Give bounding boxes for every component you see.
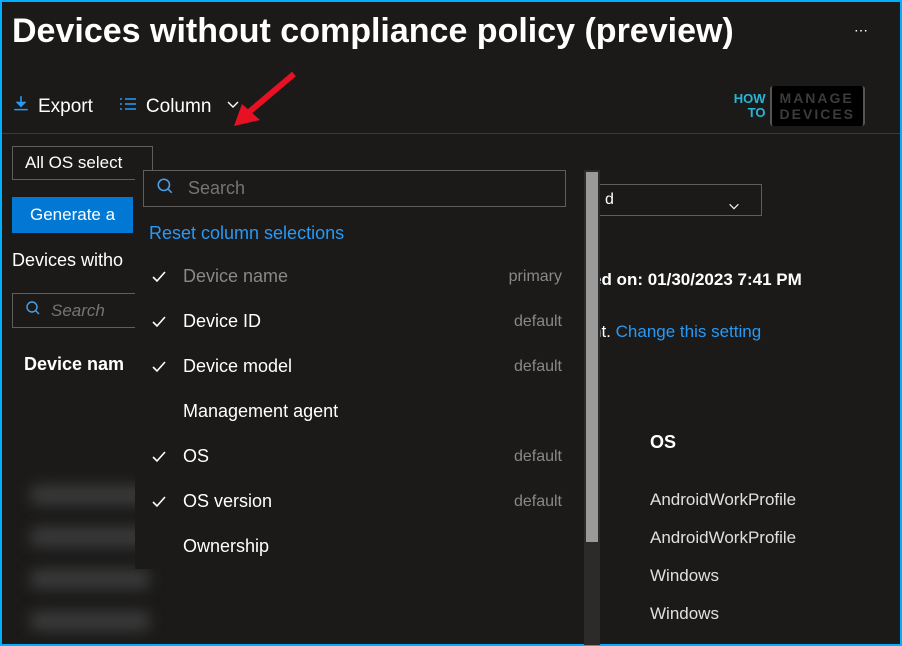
os-filter-value: All OS select <box>25 153 122 172</box>
column-search-input[interactable] <box>188 178 553 199</box>
column-label: Column <box>146 96 211 118</box>
change-setting-link[interactable]: Change this setting <box>616 322 762 341</box>
column-option[interactable]: Management agent <box>135 389 584 434</box>
column-option-label: OS <box>183 446 500 467</box>
right-dropdown-value: d <box>605 191 614 208</box>
column-option-tag: default <box>514 448 570 466</box>
column-option[interactable]: OS default <box>135 434 584 479</box>
check-icon <box>149 449 169 465</box>
column-option-label: Device ID <box>183 311 500 332</box>
check-icon <box>149 269 169 285</box>
table-row <box>30 485 150 505</box>
check-icon <box>149 314 169 330</box>
os-column: OS AndroidWorkProfile AndroidWorkProfile… <box>650 432 830 633</box>
generate-button[interactable]: Generate a <box>12 197 133 233</box>
table-row <box>30 611 150 631</box>
chevron-down-icon <box>225 96 241 118</box>
search-icon <box>25 300 41 321</box>
column-option[interactable]: OS version default <box>135 479 584 524</box>
column-option-tag: default <box>514 358 570 376</box>
list-icon <box>118 95 138 119</box>
table-row: Windows <box>650 595 830 633</box>
reset-columns-link[interactable]: Reset column selections <box>135 207 584 254</box>
generate-label: Generate a <box>30 205 115 224</box>
column-option-label: Ownership <box>183 536 548 557</box>
right-dropdown[interactable]: d <box>592 184 762 216</box>
chevron-down-icon <box>727 199 741 218</box>
table-row: AndroidWorkProfile <box>650 519 830 557</box>
table-row <box>30 527 150 547</box>
column-search[interactable] <box>143 170 566 207</box>
right-panel: d ed on: 01/30/2023 7:41 PM nt. Change t… <box>592 184 870 342</box>
dropdown-scrollbar[interactable] <box>584 170 600 645</box>
more-icon[interactable]: ⋯ <box>854 22 870 39</box>
column-option[interactable]: Device name primary <box>135 254 584 299</box>
col-device-name[interactable]: Device nam <box>24 354 124 374</box>
column-option-tag: default <box>514 313 570 331</box>
column-option-tag: primary <box>509 268 570 286</box>
export-label: Export <box>38 96 93 118</box>
scrollbar-thumb[interactable] <box>586 172 598 542</box>
column-option-label: Management agent <box>183 401 548 422</box>
check-icon <box>149 494 169 510</box>
table-row: Windows <box>650 557 830 595</box>
column-option-label: Device name <box>183 266 495 287</box>
page-title: Devices without compliance policy (previ… <box>12 12 734 51</box>
column-option-tag: default <box>514 493 570 511</box>
export-button[interactable]: Export <box>12 95 93 119</box>
report-generated-date: ed on: 01/30/2023 7:41 PM <box>592 270 870 290</box>
table-row: AndroidWorkProfile <box>650 481 830 519</box>
column-option-label: OS version <box>183 491 500 512</box>
search-icon <box>156 177 174 200</box>
os-filter-dropdown[interactable]: All OS select <box>12 146 153 180</box>
col-os[interactable]: OS <box>650 432 830 453</box>
table-row <box>30 569 150 589</box>
watermark-logo: HOW TO MANAGE DEVICES <box>734 86 865 126</box>
column-option[interactable]: Ownership <box>135 524 584 569</box>
column-option-label: Device model <box>183 356 500 377</box>
download-icon <box>12 95 30 119</box>
check-icon <box>149 359 169 375</box>
column-option[interactable]: Device ID default <box>135 299 584 344</box>
column-option[interactable]: Device model default <box>135 344 584 389</box>
column-dropdown: Reset column selections Device name prima… <box>135 170 585 569</box>
column-button[interactable]: Column <box>118 95 241 119</box>
